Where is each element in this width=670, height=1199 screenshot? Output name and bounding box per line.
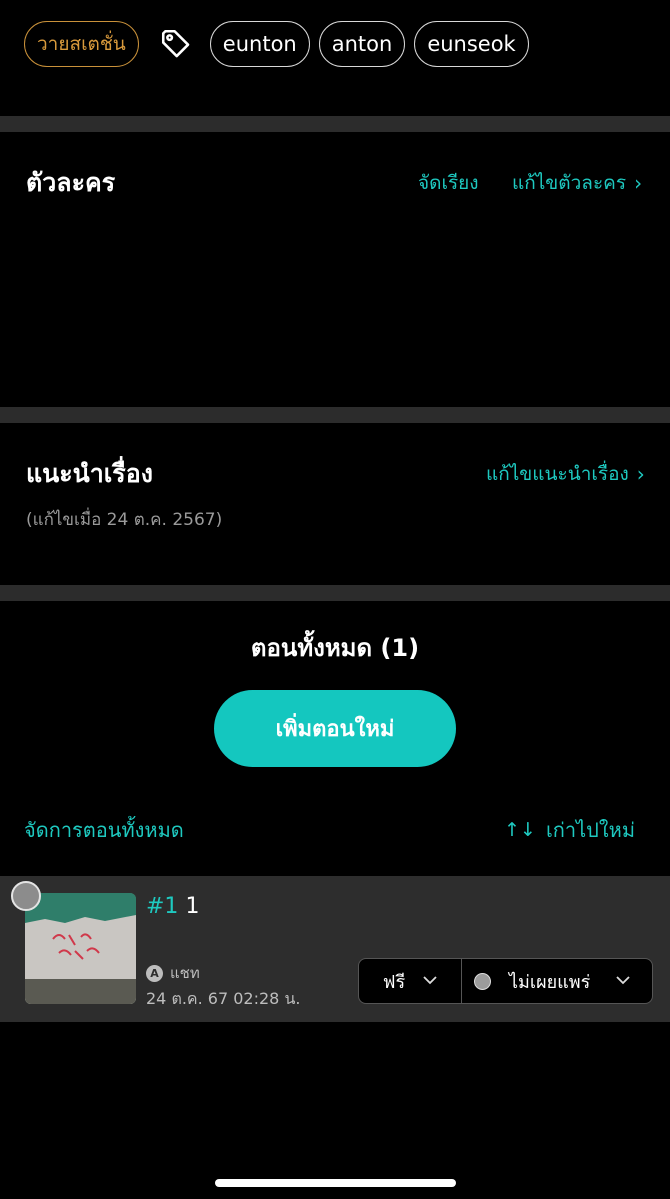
episode-select-radio[interactable] — [11, 881, 41, 911]
episodes-title: ตอนทั้งหมด (1) — [250, 634, 420, 662]
tag-chip[interactable]: eunseok — [414, 21, 529, 67]
characters-list — [0, 215, 670, 405]
chevron-down-icon — [616, 973, 630, 989]
tag-icon — [156, 24, 196, 64]
synopsis-edited-date: (แก้ไขเมื่อ 24 ต.ค. 2567) — [26, 510, 223, 530]
tag-chip[interactable]: anton — [318, 21, 406, 67]
edit-synopsis-label: แก้ไขแนะนำเรื่อง — [486, 463, 629, 485]
status-dot-icon — [474, 972, 491, 990]
section-divider — [0, 116, 670, 132]
price-dropdown[interactable]: ฟรี — [359, 959, 462, 1003]
status-tag[interactable]: วายสเตชั่น — [24, 21, 139, 67]
home-indicator[interactable] — [215, 1179, 456, 1187]
manage-episodes-link[interactable]: จัดการตอนทั้งหมด — [24, 814, 184, 846]
section-divider — [0, 585, 670, 601]
tag-chip[interactable]: eunton — [209, 21, 310, 67]
section-divider — [0, 407, 670, 423]
chevron-right-icon: › — [636, 462, 645, 486]
chevron-right-icon: › — [634, 171, 643, 195]
episode-type-label: แชท — [170, 964, 200, 982]
chevron-down-icon — [423, 973, 437, 989]
episode-type: A แชท — [146, 961, 200, 985]
edit-synopsis-link[interactable]: แก้ไขแนะนำเรื่อง › — [486, 459, 645, 489]
edit-characters-link[interactable]: แก้ไขตัวละคร › — [512, 168, 642, 198]
publish-status-value: ไม่เผยแพร่ — [509, 971, 591, 993]
sort-episodes-label: เก่าไปใหม่ — [545, 818, 635, 842]
synopsis-title: แนะนำเรื่อง — [26, 459, 153, 488]
sort-characters-link[interactable]: จัดเรียง — [418, 168, 479, 198]
episode-index: #1 — [146, 894, 179, 919]
add-episode-button[interactable]: เพิ่มตอนใหม่ — [214, 690, 456, 767]
characters-title: ตัวละคร — [26, 168, 116, 197]
episode-thumbnail — [25, 893, 136, 1004]
episode-settings: ฟรี ไม่เผยแพร่ — [358, 958, 653, 1004]
publish-status-dropdown[interactable]: ไม่เผยแพร่ — [462, 959, 652, 1003]
tag-row: วายสเตชั่น eunton anton eunseok — [24, 20, 538, 68]
episode-number: #1 1 — [146, 894, 199, 919]
episode-title: 1 — [185, 894, 200, 919]
episode-date: 24 ต.ค. 67 02:28 น. — [146, 989, 301, 1008]
chat-type-icon: A — [146, 964, 163, 982]
price-value: ฟรี — [382, 971, 406, 993]
sort-arrows-icon: ↑↓ — [504, 819, 536, 841]
sort-episodes-button[interactable]: ↑↓ เก่าไปใหม่ — [504, 814, 635, 846]
edit-characters-label: แก้ไขตัวละคร — [512, 172, 627, 194]
